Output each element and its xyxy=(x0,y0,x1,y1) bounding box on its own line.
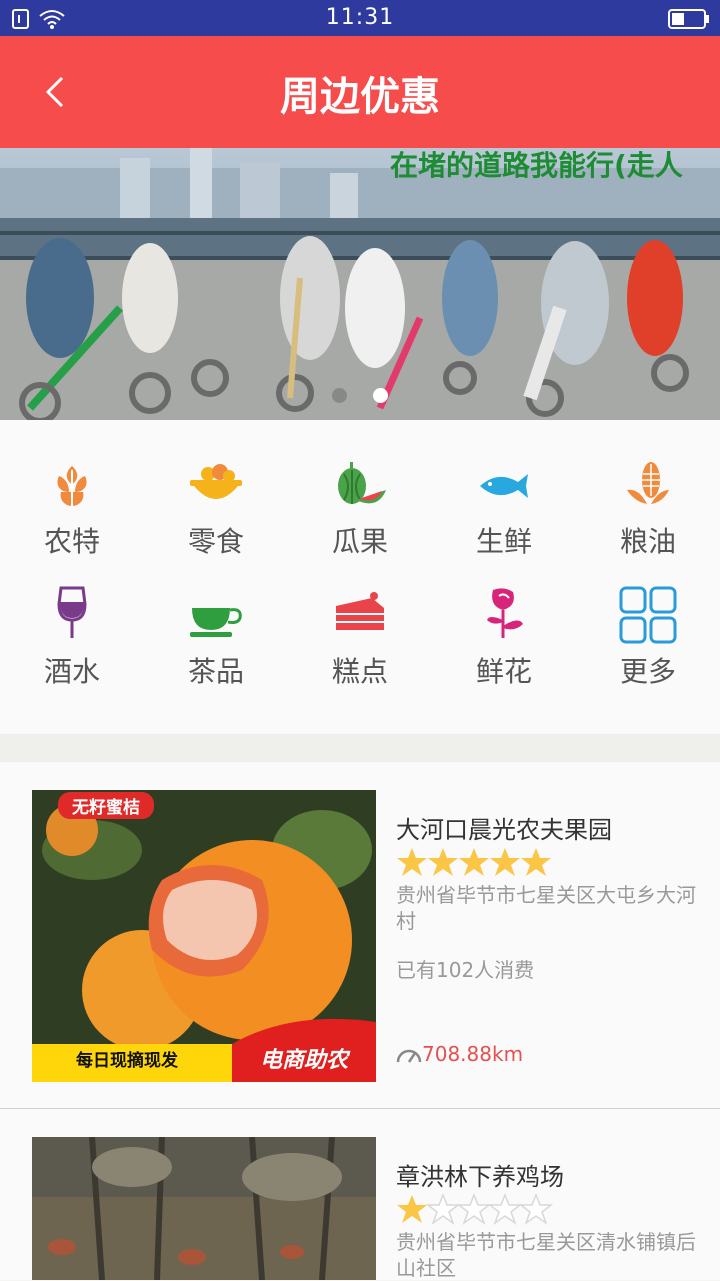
category-xianhua[interactable]: 鲜花 xyxy=(432,586,576,690)
category-label: 酒水 xyxy=(43,655,100,688)
category-nongte[interactable]: 农特 xyxy=(0,460,144,560)
store-name: 章洪林下养鸡场 xyxy=(396,1163,564,1191)
title-bar: 周边优惠 xyxy=(0,36,720,148)
category-guaguo[interactable]: 瓜果 xyxy=(288,460,432,560)
category-chapin[interactable]: 茶品 xyxy=(144,586,288,690)
store-distance-row: 708.88km xyxy=(396,1042,523,1066)
chicken-farm-photo xyxy=(32,1137,376,1280)
store-address: 贵州省毕节市七星关区清水铺镇后山社区 xyxy=(396,1230,696,1280)
star-empty-icon xyxy=(456,1193,492,1225)
speedometer-icon xyxy=(396,1049,422,1063)
fish-icon xyxy=(480,474,528,498)
category-label: 生鲜 xyxy=(475,525,532,558)
category-label: 鲜花 xyxy=(475,655,532,688)
store-thumbnail xyxy=(32,1137,376,1280)
star-empty-icon xyxy=(425,1193,461,1225)
category-lingshi[interactable]: 零食 xyxy=(144,460,288,560)
star-icon xyxy=(521,848,551,876)
category-label: 农特 xyxy=(43,525,100,558)
category-label: 糕点 xyxy=(331,655,388,688)
store-address: 贵州省毕节市七星关区大屯乡大河村 xyxy=(396,883,696,933)
banner-photo xyxy=(0,148,720,420)
cake-icon xyxy=(336,592,384,630)
star-icon xyxy=(397,848,427,876)
store-list: 无籽蜜桔 每日现摘现发 电商助农 大河口晨光农夫果园 贵州省毕节市七星关区大屯乡… xyxy=(0,762,720,1280)
wine-glass-icon xyxy=(57,586,87,638)
star-icon xyxy=(459,848,489,876)
watermelon-icon xyxy=(338,462,386,504)
category-label: 更多 xyxy=(619,655,676,688)
banner-pager xyxy=(0,388,720,407)
category-gaodian[interactable]: 糕点 xyxy=(288,586,432,690)
image-tag: 无籽蜜桔 xyxy=(58,792,154,819)
snack-bowl-icon xyxy=(190,464,242,499)
category-liangyou[interactable]: 粮油 xyxy=(576,460,720,560)
grid-icon xyxy=(619,586,677,644)
category-label: 瓜果 xyxy=(331,525,388,558)
page-title: 周边优惠 xyxy=(280,74,440,120)
flower-icon xyxy=(487,588,523,638)
store-item[interactable]: 无籽蜜桔 每日现摘现发 电商助农 大河口晨光农夫果园 贵州省毕节市七星关区大屯乡… xyxy=(0,762,720,1108)
star-icon xyxy=(397,1195,427,1223)
rating-stars xyxy=(397,1193,554,1225)
pager-dot-active[interactable] xyxy=(372,388,388,403)
status-time: 11:31 xyxy=(325,5,395,30)
star-empty-icon xyxy=(518,1193,554,1225)
store-distance: 708.88km xyxy=(422,1042,524,1066)
star-empty-icon xyxy=(487,1193,523,1225)
store-thumbnail: 无籽蜜桔 每日现摘现发 电商助农 xyxy=(32,790,376,1082)
status-bar: 11:31 xyxy=(0,0,720,36)
category-grid: 农特 零食 瓜果 生鲜 粮油 酒水 茶品 糕点 鲜花 更多 xyxy=(0,420,720,734)
rating-stars xyxy=(397,848,551,876)
category-more[interactable]: 更多 xyxy=(576,586,720,690)
promo-banner[interactable]: 在堵的道路我能行(走人 xyxy=(0,148,720,420)
teacup-icon xyxy=(190,608,242,637)
star-icon xyxy=(428,848,458,876)
corn-icon xyxy=(627,462,669,504)
store-item[interactable]: 章洪林下养鸡场 贵州省毕节市七星关区清水铺镇后山社区 xyxy=(0,1109,720,1280)
category-label: 茶品 xyxy=(187,655,244,688)
image-caption: 每日现摘现发 xyxy=(76,1051,178,1071)
category-jiushui[interactable]: 酒水 xyxy=(0,586,144,690)
wheat-icon xyxy=(57,466,87,506)
battery-icon xyxy=(668,9,709,29)
banner-slogan: 在堵的道路我能行(走人 xyxy=(390,149,683,182)
pager-dot[interactable] xyxy=(332,388,348,403)
category-label: 零食 xyxy=(187,525,244,558)
star-icon xyxy=(490,848,520,876)
store-name: 大河口晨光农夫果园 xyxy=(396,816,612,844)
store-sold-count: 已有102人消费 xyxy=(396,958,535,982)
section-gap xyxy=(0,734,720,762)
orange-photo xyxy=(32,790,376,1082)
category-label: 粮油 xyxy=(619,525,676,558)
image-caption-2: 电商助农 xyxy=(260,1048,349,1073)
category-shengxian[interactable]: 生鲜 xyxy=(432,460,576,560)
